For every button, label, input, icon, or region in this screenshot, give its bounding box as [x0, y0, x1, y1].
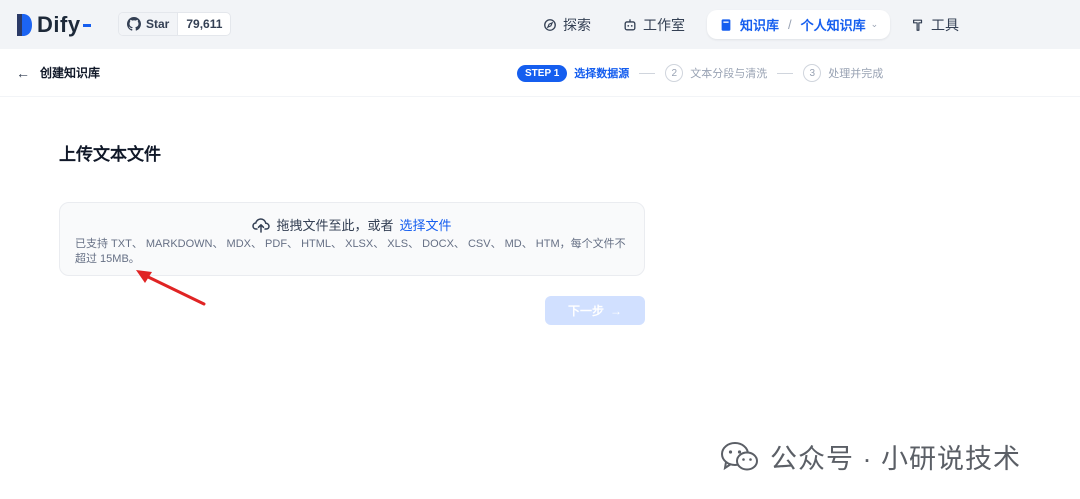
book-icon	[721, 18, 731, 31]
supported-formats-text: 已支持 TXT、 MARKDOWN、 MDX、 PDF、 HTML、 XLSX、…	[75, 238, 626, 265]
hammer-icon	[913, 19, 923, 31]
nav-tools-label: 工具	[931, 16, 959, 33]
dify-logo[interactable]: Dify	[16, 10, 91, 40]
step-3-number: 3	[803, 64, 822, 82]
step-divider	[777, 72, 794, 74]
nav-explore[interactable]: 探索	[543, 10, 591, 39]
nav-knowledge[interactable]: 知识库 / 个人知识库 ⌄	[707, 10, 890, 39]
nav-studio-label: 工作室	[643, 16, 685, 33]
step-2-number: 2	[665, 64, 684, 82]
back-button[interactable]: ← 创建知识库	[16, 64, 100, 81]
chevron-down-icon[interactable]: ⌄	[871, 19, 879, 30]
step-2-label: 文本分段与清洗	[690, 68, 768, 80]
compass-icon	[544, 18, 556, 31]
wechat-icon	[721, 441, 758, 470]
next-step-label: 下一步	[567, 304, 604, 318]
github-star-label: Star	[146, 17, 170, 31]
wechat-watermark: 公众号 · 小研说技术	[720, 437, 1021, 476]
nav-tools[interactable]: 工具	[911, 10, 959, 39]
knowledge-scope-select[interactable]: 个人知识库	[801, 15, 866, 34]
select-file-link[interactable]: 选择文件	[400, 215, 452, 234]
dropzone-prompt-row: 拖拽文件至此，或者 选择文件	[60, 215, 644, 234]
github-star-count: 79,611	[186, 17, 223, 31]
nav-separator: /	[788, 17, 792, 32]
annotation-arrow	[136, 270, 206, 306]
back-label: 创建知识库	[40, 66, 101, 80]
robot-icon	[624, 18, 636, 30]
step-indicator: STEP 1 选择数据源 2 文本分段与清洗 3 处理并完成	[517, 64, 883, 82]
top-nav-bar: Dify Star 79,611 探索 工作室 知识库 / 个人知识库 ⌄ 工具	[0, 0, 1080, 49]
nav-studio[interactable]: 工作室	[623, 10, 685, 39]
logo-underscore	[82, 23, 91, 27]
arrow-left-icon: ←	[16, 64, 30, 81]
page-title: 上传文本文件	[59, 145, 161, 164]
arrow-right-icon: →	[610, 303, 622, 318]
step-1-badge: STEP 1	[517, 64, 568, 82]
step-divider	[639, 72, 656, 74]
watermark-text: 公众号 · 小研说技术	[770, 444, 1021, 474]
github-icon	[127, 17, 141, 31]
step-1-label: 选择数据源	[574, 68, 630, 80]
dropzone-prompt: 拖拽文件至此，或者	[276, 218, 394, 233]
nav-knowledge-label: 知识库	[740, 18, 780, 33]
app-name: Dify	[37, 12, 81, 37]
github-star-left: Star	[119, 13, 179, 35]
creation-header: ← 创建知识库 STEP 1 选择数据源 2 文本分段与清洗 3 处理并完成	[0, 49, 1080, 97]
nav-explore-label: 探索	[563, 16, 591, 33]
step-3-label: 处理并完成	[828, 68, 884, 80]
next-step-button[interactable]: 下一步 →	[545, 296, 645, 325]
cloud-upload-icon	[252, 217, 271, 233]
dify-logo-mark-icon	[17, 14, 32, 36]
github-star-button[interactable]: Star 79,611	[118, 12, 232, 36]
